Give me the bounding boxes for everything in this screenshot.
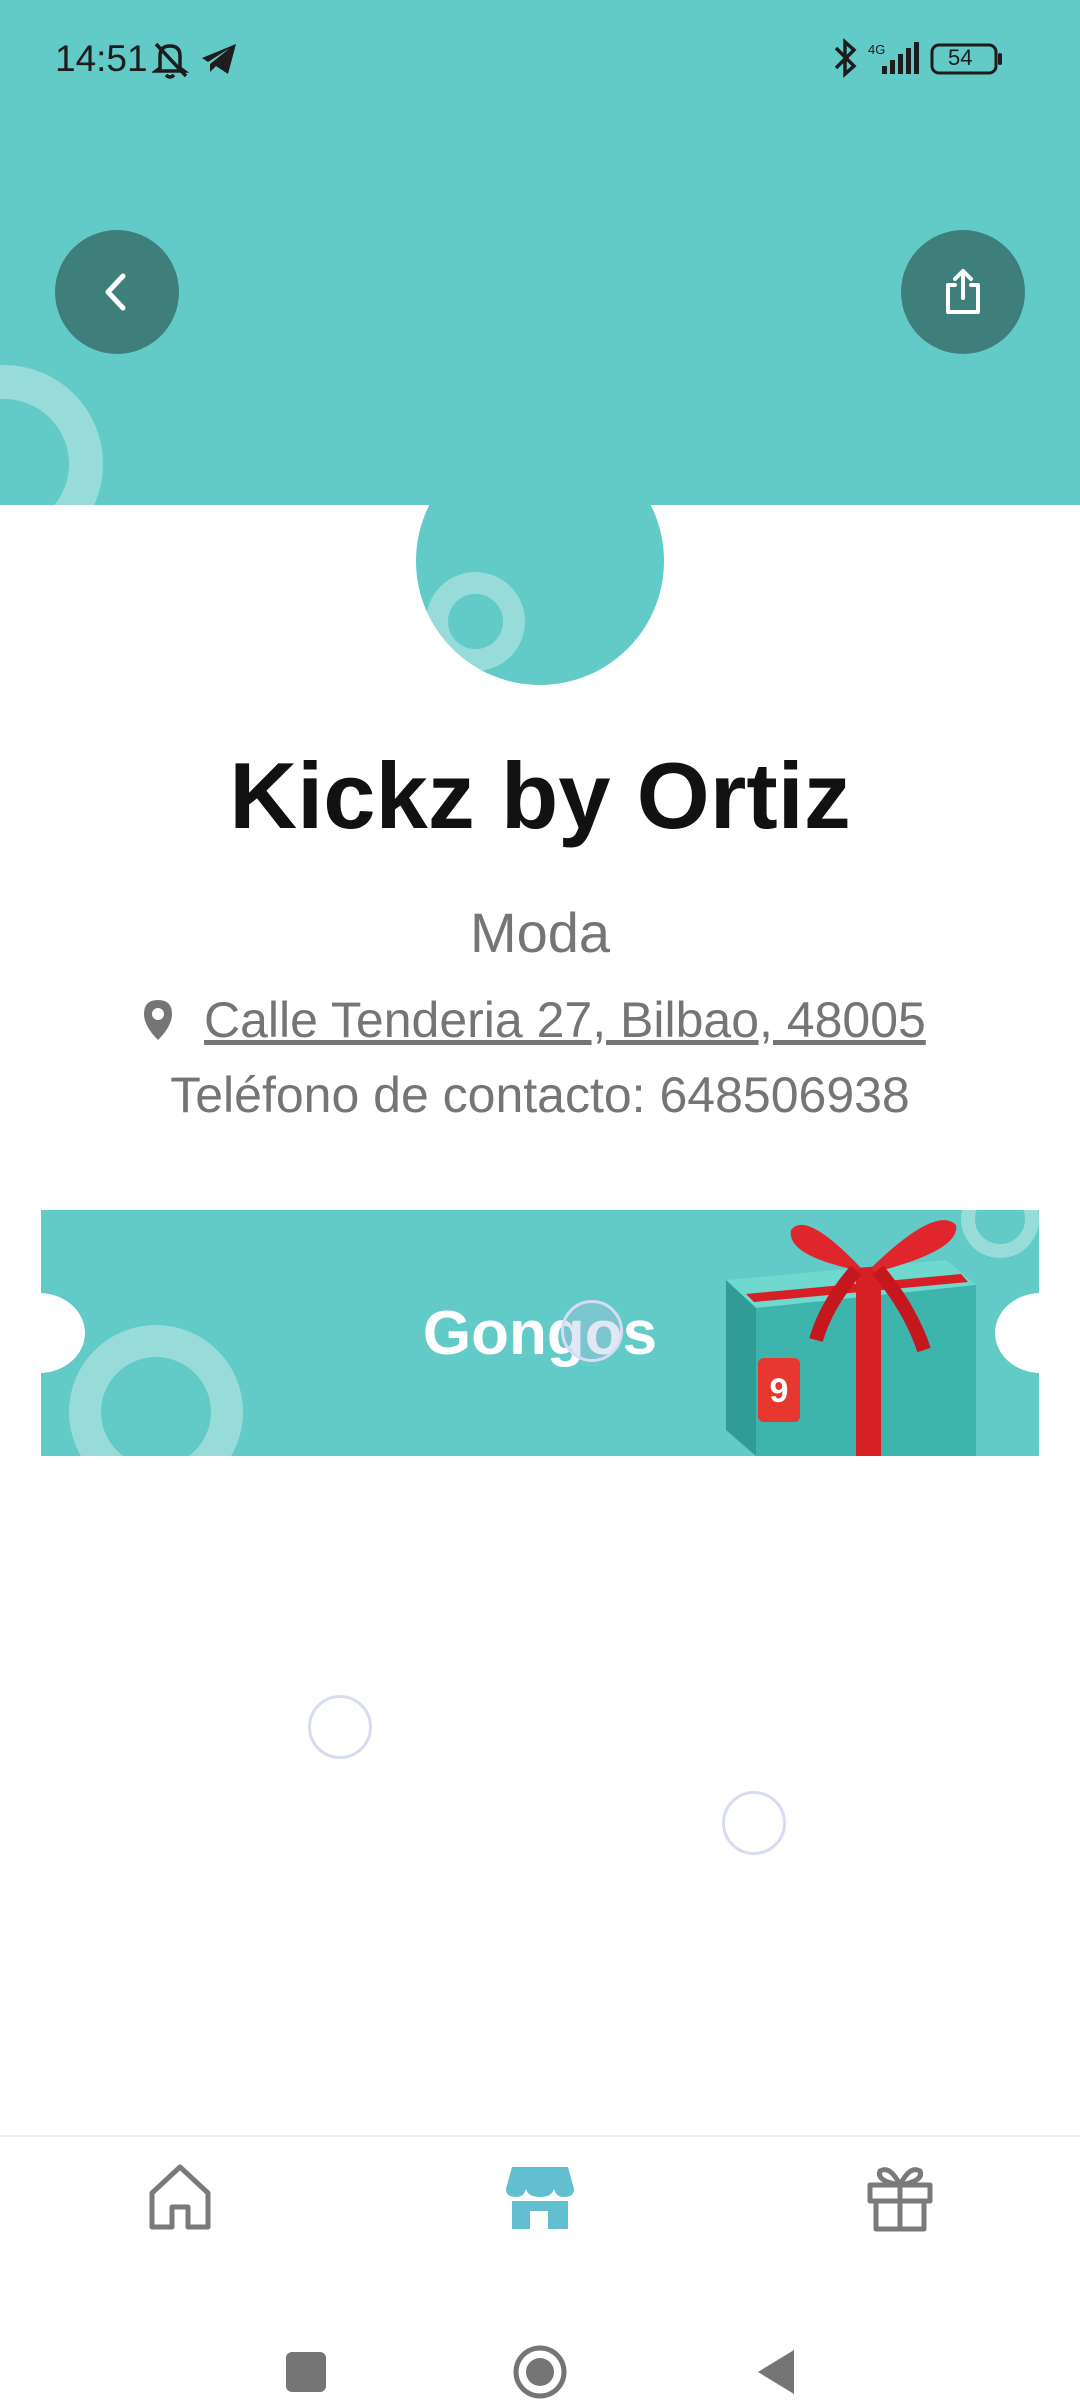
share-icon xyxy=(946,269,980,314)
gift-box-image: 9 xyxy=(726,1220,976,1456)
decorative-ring xyxy=(426,572,525,671)
status-icons-right: 4G 54 xyxy=(830,36,1020,87)
loading-indicator xyxy=(308,1695,372,1759)
square-icon xyxy=(286,2352,326,2392)
loading-indicator xyxy=(722,1791,786,1855)
status-icons-left xyxy=(150,38,242,85)
share-button[interactable] xyxy=(901,230,1025,354)
store-name: Kickz by Ortiz xyxy=(229,743,851,848)
telegram-icon xyxy=(202,44,236,74)
gift-icon xyxy=(867,2167,933,2232)
status-bar: 14:51 4G 54 xyxy=(0,0,1080,120)
nav-stores[interactable] xyxy=(500,2157,580,2237)
store-address[interactable]: Calle Tenderia 27, Bilbao, 48005 xyxy=(138,985,926,1055)
bottom-navigation xyxy=(0,2135,1080,2402)
map-pin-icon xyxy=(144,1000,172,1040)
battery-level: 54 xyxy=(948,45,973,70)
svg-text:4G: 4G xyxy=(868,42,885,57)
contact-phone[interactable]: Teléfono de contacto: 648506938 xyxy=(0,1066,1080,1124)
nav-rewards[interactable] xyxy=(860,2157,940,2237)
loading-indicator xyxy=(561,1300,623,1362)
gift-badge: 9 xyxy=(770,1372,789,1410)
decorative-ring xyxy=(0,365,103,505)
back-button[interactable] xyxy=(55,230,179,354)
chevron-left-icon xyxy=(105,273,126,311)
store-logo xyxy=(416,437,664,685)
store-icon xyxy=(506,2167,574,2229)
bluetooth-icon xyxy=(834,38,857,78)
triangle-back-icon xyxy=(758,2350,794,2394)
circle-icon xyxy=(513,2345,567,2399)
home-icon xyxy=(149,2164,211,2230)
system-home-button[interactable] xyxy=(507,2337,573,2407)
gongos-banner[interactable]: Gongos 9 xyxy=(41,1210,1039,1456)
bell-off-icon xyxy=(150,42,190,79)
status-time: 14:51 xyxy=(55,38,148,79)
store-header: 14:51 4G 54 xyxy=(0,0,1080,505)
store-category: Moda xyxy=(469,901,611,964)
nav-home[interactable] xyxy=(140,2157,220,2237)
signal-icon xyxy=(882,42,919,74)
address-link[interactable]: Calle Tenderia 27, Bilbao, 48005 xyxy=(204,991,926,1049)
system-back-button[interactable] xyxy=(746,2337,806,2407)
system-recents-button[interactable] xyxy=(276,2337,336,2407)
